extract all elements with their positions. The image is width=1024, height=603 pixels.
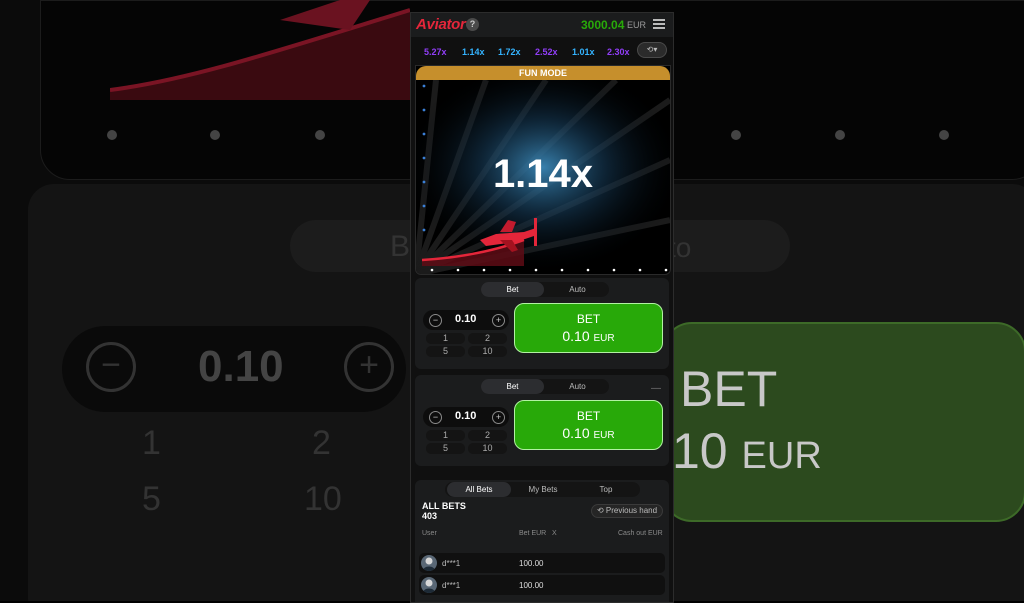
bet-amount-stepper: − 0.10 + [423, 310, 509, 330]
bet-button-amount: 0.10 EUR [562, 425, 615, 441]
quick-amount-2[interactable]: 2 [468, 333, 507, 344]
background-amount: 0.10 [198, 342, 284, 391]
history-multiplier: 1.72x [498, 47, 521, 57]
bet-panel-1: Bet Auto − 0.10 + 1 2 5 10 BET 0.10 EUR [415, 278, 669, 369]
bet-mode-tabs: Bet Auto [481, 379, 609, 394]
tab-my-bets[interactable]: My Bets [511, 482, 575, 497]
quick-amount-2[interactable]: 2 [468, 430, 507, 441]
column-bet: Bet EUR [519, 530, 547, 537]
tab-bet[interactable]: Bet [481, 282, 544, 297]
minus-icon[interactable]: − [429, 411, 442, 424]
history-multiplier: 5.27x [424, 47, 447, 57]
help-button[interactable]: ? [466, 18, 479, 31]
tab-top[interactable]: Top [574, 482, 638, 497]
history-multiplier: 2.30x [607, 47, 630, 57]
background-quick-5: 5 [142, 480, 161, 518]
background-quick-1: 1 [142, 424, 161, 462]
quick-amount-5[interactable]: 5 [426, 346, 465, 357]
quick-amount-10[interactable]: 10 [468, 443, 507, 454]
tab-auto[interactable]: Auto [546, 282, 609, 297]
bet-mode-tabs: Bet Auto [481, 282, 609, 297]
background-minus-icon: − [86, 342, 136, 392]
quick-amount-1[interactable]: 1 [426, 430, 465, 441]
bet-amount: 100.00 [519, 581, 544, 590]
all-bets-label: ALL BETS [422, 501, 466, 511]
table-row: d***1 100.00 [419, 553, 665, 573]
bet-amount-stepper: − 0.10 + [423, 407, 509, 427]
header: Aviator ? 3000.04 EUR [411, 13, 673, 37]
all-bets-title: ALL BETS 403 [422, 501, 466, 521]
history-multiplier: 1.01x [572, 47, 595, 57]
bet-amount-value[interactable]: 0.10 [455, 410, 476, 422]
bet-user: d***1 [442, 559, 461, 568]
multiplier-history: 5.27x 1.14x 1.72x 2.52x 1.01x 2.30x ⟲▾ [411, 39, 673, 61]
all-bets-count: 403 [422, 511, 438, 521]
quick-amount-5[interactable]: 5 [426, 443, 465, 454]
bets-tabs: All Bets My Bets Top [445, 482, 640, 497]
history-multiplier: 2.52x [535, 47, 558, 57]
background-bet-label: BET [680, 361, 778, 417]
avatar [421, 577, 437, 593]
current-multiplier: 1.14x [492, 152, 594, 196]
plus-icon[interactable]: + [492, 314, 505, 327]
menu-icon[interactable] [653, 19, 665, 30]
tab-auto[interactable]: Auto [546, 379, 609, 394]
bet-button-label: BET [576, 409, 601, 423]
bet-user: d***1 [442, 581, 461, 590]
bet-amount-value[interactable]: 0.10 [455, 313, 476, 325]
bet-button-label: BET [576, 312, 601, 326]
tab-bet[interactable]: Bet [481, 379, 544, 394]
remove-panel-button[interactable]: — [651, 383, 661, 394]
previous-hand-button[interactable]: ⟲ Previous hand [591, 504, 663, 518]
table-row: d***1 100.00 [419, 575, 665, 595]
app-window: Aviator ? 3000.04 EUR 5.27x 1.14x 1.72x … [410, 12, 674, 603]
background-quick-2: 2 [312, 424, 331, 462]
quick-amount-10[interactable]: 10 [468, 346, 507, 357]
plus-icon[interactable]: + [492, 411, 505, 424]
game-canvas: FUN MODE 1.14x [415, 65, 671, 275]
column-x: X [552, 530, 557, 537]
avatar [421, 555, 437, 571]
background-quick-10: 10 [304, 480, 342, 518]
column-cashout: Cash out EUR [618, 530, 663, 537]
previous-hand-label: Previous hand [605, 506, 658, 515]
bet-amount: 100.00 [519, 559, 544, 568]
bet-button[interactable]: BET 0.10 EUR [514, 303, 663, 353]
bet-button[interactable]: BET 0.10 EUR [514, 400, 663, 450]
bet-button-amount: 0.10 EUR [562, 328, 615, 344]
bets-list: All Bets My Bets Top ALL BETS 403 ⟲ Prev… [415, 480, 669, 602]
history-icon[interactable]: ⟲▾ [637, 42, 667, 58]
fun-mode-banner: FUN MODE [416, 66, 670, 80]
minus-icon[interactable]: − [429, 314, 442, 327]
column-user: User [422, 530, 437, 537]
history-multiplier: 1.14x [462, 47, 485, 57]
background-plane-trail [110, 0, 410, 100]
background-plus-icon: + [344, 342, 394, 392]
logo: Aviator [416, 16, 466, 33]
quick-amount-1[interactable]: 1 [426, 333, 465, 344]
tab-all-bets[interactable]: All Bets [447, 482, 511, 497]
background-bet-amount: 10 EUR [672, 423, 822, 479]
balance: 3000.04 [581, 18, 625, 32]
balance-currency: EUR [627, 20, 647, 30]
bet-panel-2: Bet Auto — − 0.10 + 1 2 5 10 BET 0.10 EU… [415, 375, 669, 466]
